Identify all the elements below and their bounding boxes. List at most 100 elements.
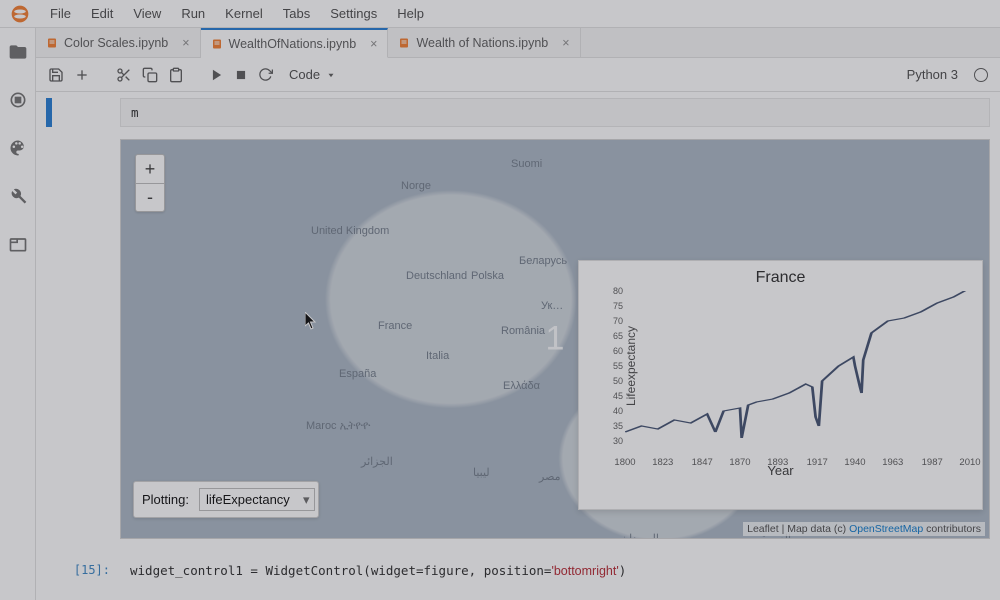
toolbar: Code Python 3: [36, 58, 1000, 92]
menu-view[interactable]: View: [123, 2, 171, 25]
chart-ytick: 80: [613, 286, 623, 296]
code-line[interactable]: m: [120, 98, 990, 127]
add-cell-icon[interactable]: [74, 67, 90, 83]
map-country-label: România: [501, 325, 545, 337]
plotting-control: Plotting: lifeExpectancy ▾: [133, 481, 319, 518]
jupyter-logo-icon: [10, 4, 30, 24]
map-country-label: Ук…: [541, 300, 563, 312]
plotting-select[interactable]: lifeExpectancy: [199, 488, 315, 511]
top-menu: FileEditViewRunKernelTabsSettingsHelp: [0, 0, 1000, 28]
kernel-status-icon: [974, 68, 988, 82]
map-country-label: España: [339, 368, 376, 380]
left-rail: [0, 28, 36, 600]
tab-bar: Color Scales.ipynb×WealthOfNations.ipynb…: [36, 28, 1000, 58]
code-cell[interactable]: m: [46, 98, 990, 127]
chart-ytick: 70: [613, 316, 623, 326]
chart-xtick: 1893: [767, 457, 788, 468]
tab[interactable]: Wealth of Nations.ipynb ×: [388, 28, 580, 57]
chart-ytick: 50: [613, 376, 623, 386]
menu-run[interactable]: Run: [171, 2, 215, 25]
stop-icon[interactable]: [234, 68, 248, 82]
plotting-label: Plotting:: [142, 492, 189, 507]
map-country-label: الجزائر: [361, 455, 393, 468]
chart-xtick: 1823: [652, 457, 673, 468]
menu-edit[interactable]: Edit: [81, 2, 123, 25]
copy-icon[interactable]: [142, 67, 158, 83]
zoom-out-button[interactable]: -: [136, 183, 164, 211]
wrench-icon[interactable]: [8, 186, 28, 206]
code-line[interactable]: widget_control1 = WidgetControl(widget=f…: [120, 557, 990, 584]
running-icon[interactable]: [8, 90, 28, 110]
chart-ytick: 55: [613, 361, 623, 371]
map-country-label: ليبيا: [473, 466, 490, 479]
map-country-label: France: [378, 320, 412, 332]
menu-kernel[interactable]: Kernel: [215, 2, 273, 25]
map-country-label: Беларусь: [519, 255, 567, 267]
chart-ytick: 35: [613, 421, 623, 431]
tab[interactable]: WealthOfNations.ipynb ×: [201, 28, 389, 58]
tab-label: WealthOfNations.ipynb: [229, 37, 357, 51]
paste-icon[interactable]: [168, 67, 184, 83]
main: Color Scales.ipynb×WealthOfNations.ipynb…: [36, 28, 1000, 600]
chart-xtick: 1800: [614, 457, 635, 468]
chart-xtick: 2010: [959, 457, 980, 468]
chart-title: France: [585, 269, 976, 287]
cut-icon[interactable]: [116, 67, 132, 83]
close-icon[interactable]: ×: [182, 36, 189, 50]
menu-help[interactable]: Help: [387, 2, 434, 25]
map-country-label: Italia: [426, 350, 449, 362]
menu-settings[interactable]: Settings: [320, 2, 387, 25]
restart-icon[interactable]: [258, 67, 273, 82]
close-icon[interactable]: ×: [562, 36, 569, 50]
osm-link[interactable]: OpenStreetMap: [849, 523, 923, 535]
chart-xtick: 1917: [807, 457, 828, 468]
map-country-label: Suomi: [511, 158, 542, 170]
kernel-name[interactable]: Python 3: [907, 67, 958, 82]
palette-icon[interactable]: [8, 138, 28, 158]
chart-ytick: 75: [613, 301, 623, 311]
chart-panel: France Lifeexpectancy 303540455055606570…: [578, 260, 983, 510]
map-country-label: Norge: [401, 180, 431, 192]
body: Color Scales.ipynb×WealthOfNations.ipynb…: [0, 28, 1000, 600]
chart-xtick: 1870: [729, 457, 750, 468]
chevron-down-icon: [326, 70, 336, 80]
map-country-label: السودان: [621, 532, 659, 539]
cell-gutter: [46, 98, 52, 127]
map-country-label: Maroc ኢትዮዮ: [306, 420, 370, 433]
zoom-in-button[interactable]: +: [136, 155, 164, 183]
folder-icon[interactable]: [8, 42, 28, 62]
notebook-icon: [398, 37, 410, 49]
tab-label: Wealth of Nations.ipynb: [416, 36, 548, 50]
tab[interactable]: Color Scales.ipynb×: [36, 28, 201, 57]
map-country-label: مصر: [539, 470, 561, 483]
map-country-label: Ελλάδα: [503, 380, 540, 392]
map-country-label: Polska: [471, 270, 504, 282]
zoom-control: + -: [135, 154, 165, 212]
chart-ylabel: Lifeexpectancy: [624, 326, 638, 406]
map-country-label: Deutschland: [406, 270, 467, 282]
chart-ytick: 30: [613, 436, 623, 446]
close-icon[interactable]: ×: [370, 37, 377, 51]
chart-xtick: 1847: [692, 457, 713, 468]
notebook[interactable]: m Suomi Norge United Kingdom Deutschland Бел…: [36, 92, 1000, 600]
code-cell[interactable]: [15]: widget_control1 = WidgetControl(wi…: [46, 557, 990, 584]
tabs-icon[interactable]: [8, 234, 28, 254]
map-attribution: Leaflet | Map data (c) OpenStreetMap con…: [743, 522, 985, 536]
chart-xtick: 1940: [844, 457, 865, 468]
map-output[interactable]: Suomi Norge United Kingdom Deutschland Белар…: [120, 139, 990, 539]
chart-xtick: 1963: [882, 457, 903, 468]
chart-ytick: 65: [613, 331, 623, 341]
chart-line: [625, 291, 970, 441]
celltype-label: Code: [289, 67, 320, 82]
menu-tabs[interactable]: Tabs: [273, 2, 320, 25]
celltype-select[interactable]: Code: [283, 66, 342, 83]
notebook-icon: [46, 37, 58, 49]
notebook-icon: [211, 38, 223, 50]
run-icon[interactable]: [210, 68, 224, 82]
map-country-label: United Kingdom: [311, 225, 389, 237]
cell-gutter: [46, 557, 52, 584]
save-icon[interactable]: [48, 67, 64, 83]
chart-xtick: 1987: [922, 457, 943, 468]
chart-ytick: 45: [613, 391, 623, 401]
menu-file[interactable]: File: [40, 2, 81, 25]
